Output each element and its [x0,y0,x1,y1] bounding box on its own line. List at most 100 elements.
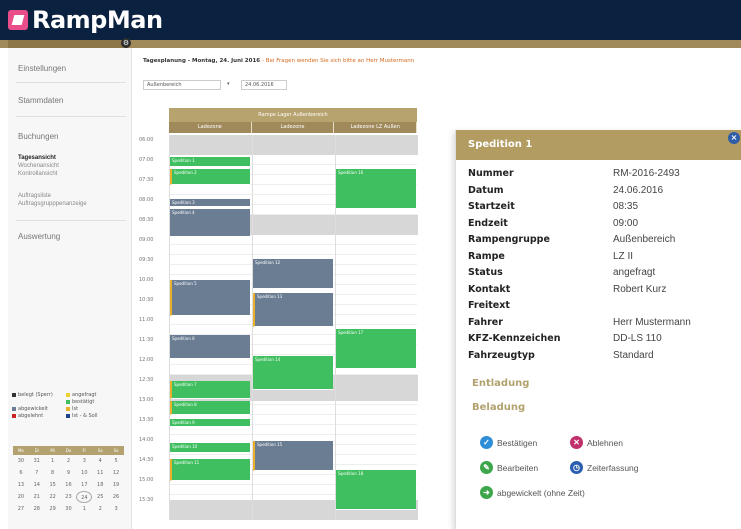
chevron-down-icon[interactable]: ▾ [227,80,237,90]
edit-button[interactable]: ✎ Bearbeiten [480,461,538,474]
detail-row: Startzeit 08:35 [468,201,741,213]
event-label: Spedition 1 [172,158,195,163]
sidebar-subitem-kontrollansicht[interactable]: Kontrollansicht [18,170,57,178]
calendar-day[interactable]: 17 [76,479,92,491]
calendar-day[interactable]: 3 [76,455,92,467]
booking-event[interactable]: Spedition 3 [170,199,250,207]
legend-swatch [66,414,70,418]
sidebar-subitem-tagesansicht[interactable]: Tagesansicht [18,154,56,162]
calendar-column-headers: Ladezone Ladezone Ladezone LZ Außen [169,122,418,133]
booking-event[interactable]: Spedition 17 [336,329,416,369]
calendar-day[interactable]: 31 [29,455,45,467]
booking-event[interactable]: Spedition 9 [170,419,250,427]
calendar-day[interactable]: 10 [76,467,92,479]
calendar-day[interactable]: 24 [76,491,93,503]
calendar-day[interactable]: 20 [13,491,29,503]
sidebar-item-stammdaten[interactable]: Stammdaten [18,96,63,105]
sidebar-subitem-auftragsliste[interactable]: Auftragsliste [18,192,51,200]
calendar-day[interactable]: 5 [108,455,124,467]
calendar-day[interactable]: 29 [45,503,61,515]
time-label: 11:30 [139,337,154,343]
reject-button[interactable]: ✕ Ablehnen [570,436,623,449]
sidebar-subitem-auftragsgruppen[interactable]: Auftragsgrupppenanzeige [18,200,87,208]
calendar-day[interactable]: 30 [13,455,29,467]
calendar-day[interactable]: 9 [61,467,77,479]
sidebar-subitem-wochenansicht[interactable]: Wochenansicht [18,162,59,170]
calendar-day[interactable]: 2 [92,503,108,515]
weekday-label: Mi [50,448,55,453]
section-beladung[interactable]: Beladung [472,402,525,413]
reject-label: Ablehnen [587,437,623,448]
calendar-day[interactable]: 16 [61,479,77,491]
panel-title: Spedition 1 [468,139,533,150]
booking-event[interactable]: Spedition 14 [253,356,333,390]
legend-item: bestätigt [66,399,94,405]
calendar-day[interactable]: 7 [29,467,45,479]
calendar-day[interactable]: 13 [13,479,29,491]
booking-event[interactable]: Spedition 2 [170,169,250,185]
calendar-day[interactable]: 11 [92,467,108,479]
event-label: Spedition 13 [257,294,283,299]
sidebar-item-buchungen[interactable]: Buchungen [18,132,58,141]
done-without-time-button[interactable]: ➜ abgewickelt (ohne Zeit) [480,486,585,499]
detail-value: LZ II [613,250,634,262]
rampengruppe-select[interactable]: Außenbereich [143,80,221,90]
booking-event[interactable]: Spedition 7 [170,381,250,399]
time-capture-button[interactable]: ◷ Zeiterfassung [570,461,639,474]
calendar-day[interactable]: 23 [61,491,77,503]
detail-key: Startzeit [468,201,515,212]
event-label: Spedition 2 [174,170,197,175]
calendar-day[interactable]: 8 [45,467,61,479]
detail-row: Rampe LZ II [468,251,741,263]
booking-event[interactable]: Spedition 13 [253,293,333,327]
calendar-day[interactable]: 2 [61,455,77,467]
calendar-day[interactable]: 4 [92,455,108,467]
detail-value: angefragt [613,267,656,278]
booking-event[interactable]: Spedition 6 [170,335,250,359]
calendar-day[interactable]: 3 [108,503,124,515]
detail-row: Endzeit 09:00 [468,218,741,230]
clock-icon: ◷ [570,461,583,474]
calendar-day[interactable]: 1 [45,455,61,467]
close-icon[interactable]: × [728,132,740,144]
calendar-day[interactable]: 27 [13,503,29,515]
calendar-day[interactable]: 26 [108,491,124,503]
gear-icon[interactable]: ⚙ [121,38,131,48]
booking-event[interactable]: Spedition 8 [170,401,250,415]
booking-event[interactable]: Spedition 1 [170,157,250,167]
section-entladung[interactable]: Entladung [472,378,529,389]
calendar-day[interactable]: 28 [29,503,45,515]
date-input[interactable]: 24.06.2016 [241,80,287,90]
booking-event[interactable]: Spedition 10 [170,443,250,453]
booking-event[interactable]: Spedition 5 [170,280,250,316]
calendar-day[interactable]: 21 [29,491,45,503]
calendar-day[interactable]: 30 [61,503,77,515]
calendar-group-header: Rampe Lager Außenbereich [169,108,417,122]
calendar-day[interactable]: 18 [92,479,108,491]
calendar-day[interactable]: 12 [108,467,124,479]
legend-swatch [12,414,16,418]
booking-event[interactable]: Spedition 4 [170,209,250,237]
calendar-day[interactable]: 1 [76,503,92,515]
sidebar-item-einstellungen[interactable]: Einstellungen [18,64,66,73]
booking-event[interactable]: Spedition 16 [336,169,416,209]
booking-event[interactable]: Spedition 18 [336,470,416,510]
weekday-label: Fr [82,448,87,453]
calendar-day[interactable]: 15 [45,479,61,491]
confirm-button[interactable]: ✓ Bestätigen [480,436,537,449]
event-label: Spedition 9 [172,420,195,425]
calendar-day[interactable]: 6 [13,467,29,479]
booking-event[interactable]: Spedition 15 [253,441,333,471]
calendar-day[interactable]: 25 [92,491,108,503]
time-capture-label: Zeiterfassung [587,462,639,473]
booking-event[interactable]: Spedition 11 [170,459,250,481]
booking-event[interactable]: Spedition 12 [253,259,333,289]
app-logo[interactable]: RampMan [8,6,163,34]
calendar-day[interactable]: 22 [45,491,61,503]
sidebar-item-auswertung[interactable]: Auswertung [18,232,60,241]
calendar-day[interactable]: 14 [29,479,45,491]
time-column: 06:00 07:00 07:30 08:00 08:30 09:00 09:30 10:00… [137,135,167,515]
check-icon: ✓ [480,436,493,449]
edit-label: Bearbeiten [497,462,539,473]
calendar-day[interactable]: 19 [108,479,124,491]
